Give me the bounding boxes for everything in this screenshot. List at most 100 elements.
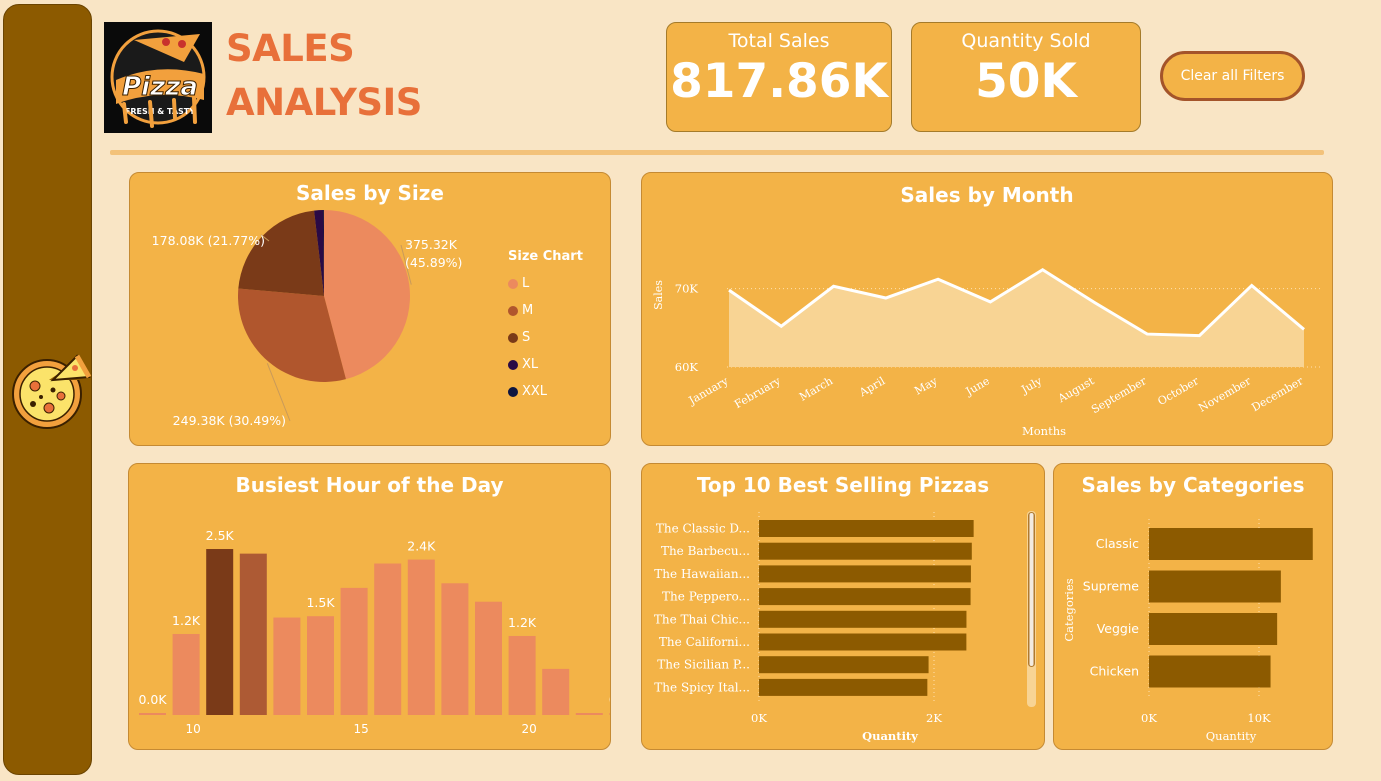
x-tick-label: 20 [521,722,536,736]
sales-by-size-panel[interactable]: Sales by Size 375.32K (45.89%) 249.38K (30… [129,172,611,446]
dashboard-canvas: Pizza FRESH & TASTY SALES ANALYSIS Total… [0,0,1381,781]
hour-bar[interactable] [139,713,166,715]
x-axis-title: Months [1022,424,1066,438]
x-tick-label: 0K [1141,711,1157,725]
pizza-bar[interactable] [759,633,967,651]
hour-bar[interactable] [475,601,502,715]
x-tick-label: 15 [353,722,368,736]
x-tick-label: August [1055,374,1097,406]
legend-dot [508,359,518,370]
hour-bar[interactable] [172,633,200,715]
legend-dot [508,305,518,316]
hour-bar[interactable] [575,713,603,715]
x-tick-label: 2K [926,711,942,725]
legend-item[interactable]: XL [508,351,583,378]
clear-filters-button[interactable]: Clear all Filters [1160,51,1305,101]
legend-label: XXL [522,384,548,399]
header-divider [110,150,1324,155]
x-tick-label: 0K [751,711,767,725]
legend-item[interactable]: XXL [508,378,583,405]
pizza-bar[interactable] [759,656,929,674]
legend-item[interactable]: L [508,270,583,297]
pizza-icon[interactable] [9,350,93,434]
x-tick-label: October [1155,374,1201,408]
x-tick-label: May [912,374,940,398]
hour-bar[interactable] [407,559,435,715]
bar-data-label: 1.5K [306,595,335,610]
hour-bar[interactable] [307,616,334,715]
top-pizzas-panel[interactable]: Top 10 Best Selling Pizzas The Classic D… [641,463,1045,750]
size-legend: Size Chart L M S XL XXL [508,249,583,405]
x-tick-label: 10K [1247,711,1271,725]
sales-by-categories-panel[interactable]: Sales by Categories Classic Supreme Veggie… [1053,463,1333,750]
hour-bar[interactable] [239,553,267,715]
scrollbar-thumb-inner [1029,513,1034,666]
hour-bar[interactable] [441,583,469,715]
data-label: 375.32K [405,237,458,252]
hour-bar[interactable] [340,587,368,715]
category-bar[interactable] [1149,613,1278,645]
sales-by-month-panel[interactable]: Sales by Month 60K 70K January February Marc… [641,172,1333,446]
x-tick-label: July [1018,374,1044,397]
pizza-bar[interactable] [759,565,971,583]
pizza-bar[interactable] [759,542,972,560]
category-bar[interactable] [1149,528,1313,560]
x-tick-label: March [797,374,835,403]
hour-bar[interactable] [206,549,234,715]
hour-bar[interactable] [609,713,611,715]
y-tick-label: The Hawaiian... [654,567,750,581]
title-line-1: SALES [226,27,355,70]
x-tick-label: February [732,374,783,411]
pie-chart[interactable]: 375.32K (45.89%) 249.38K (30.49%) 178.08K (… [130,173,500,446]
x-tick-label: January [686,374,731,408]
x-axis-title: Quantity [1206,729,1257,743]
y-tick-label: Supreme [1083,579,1140,594]
x-tick-label: December [1249,374,1306,414]
category-bar[interactable] [1149,570,1281,603]
y-tick-label: The Barbecu... [661,544,750,558]
legend-title: Size Chart [508,249,583,264]
hour-bar[interactable] [273,617,301,715]
y-tick-label: The Californi... [659,635,750,649]
kpi-total-sales: Total Sales 817.86K [666,22,892,132]
kpi-value: 50K [975,54,1077,109]
y-tick-label: 70K [675,282,699,296]
x-tick-label: 10 [185,722,200,736]
data-label: (45.89%) [405,255,462,270]
legend-label: S [522,330,531,345]
x-tick-label: April [856,374,887,400]
legend-dot [508,332,518,343]
hour-bar-chart[interactable]: 0.0K 1.2K 2.5K 1.5K 2.4K 1.2K 0.0K 10 15 20 [129,464,611,750]
pizza-logo: Pizza FRESH & TASTY [104,22,212,133]
busiest-hour-panel[interactable]: Busiest Hour of the Day 0.0K 1.2K 2.5K 1.5K… [128,463,611,750]
y-tick-label: The Sicilian P... [657,658,750,672]
bar-data-label: 1.2K [172,613,201,628]
pizza-bar[interactable] [759,610,967,628]
title-line-2: ANALYSIS [226,81,422,124]
legend-label: M [522,303,534,318]
legend-item[interactable]: M [508,297,583,324]
y-tick-label: The Thai Chic... [654,612,750,626]
svg-text:Pizza: Pizza [122,72,198,102]
pizza-bar[interactable] [759,678,928,696]
pizza-bar[interactable] [759,520,974,537]
kpi-label: Total Sales [728,30,830,52]
legend-item[interactable]: S [508,324,583,351]
hour-bar[interactable] [508,635,536,715]
y-axis-title: Categories [1062,578,1076,641]
categories-bar-chart[interactable]: Classic Supreme Veggie Chicken 0K 10K Quantity… [1054,464,1333,750]
month-area-chart[interactable]: 60K 70K January February March April May June Ju… [642,173,1333,446]
page-title: SALES ANALYSIS [226,22,422,130]
pie-slice-s[interactable] [238,210,324,296]
x-tick-label: September [1089,374,1149,416]
category-bar[interactable] [1149,655,1271,688]
top-pizzas-bar-chart[interactable]: The Classic D... The Barbecu... The Hawaii… [642,464,1045,750]
y-tick-label: The Spicy Ital... [654,680,750,694]
bar-data-label: 0.0K [138,692,167,707]
pizza-bar[interactable] [759,588,971,606]
y-tick-label: Classic [1096,536,1139,551]
y-tick-label: Veggie [1097,621,1140,636]
hour-bar[interactable] [374,563,402,715]
bar-data-label: 1.2K [508,615,537,630]
hour-bar[interactable] [542,668,570,715]
